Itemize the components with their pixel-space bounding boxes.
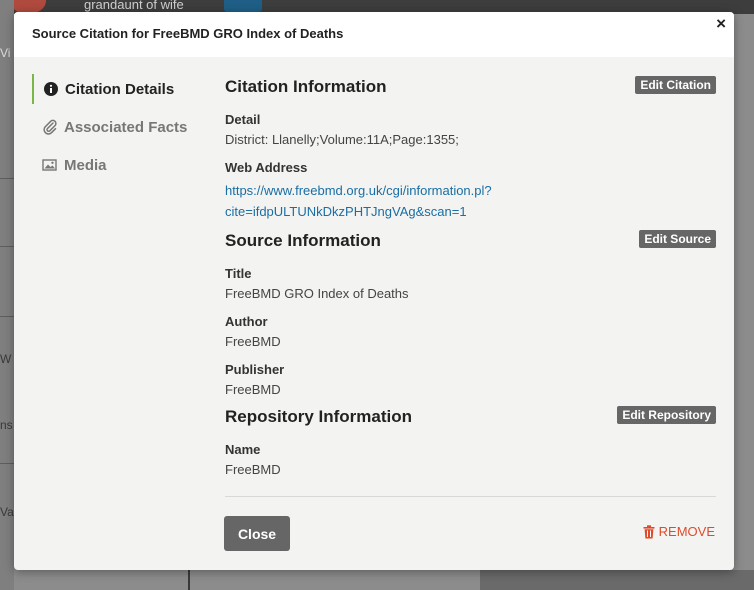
repository-information-section: Repository Information Edit Repository N… xyxy=(225,404,716,478)
nav-item-label: Associated Facts xyxy=(64,118,188,136)
trash-icon xyxy=(643,524,655,539)
footer-divider xyxy=(225,496,716,497)
web-address-field: Web Address https://www.freebmd.org.uk/c… xyxy=(225,160,716,222)
background-fragment: Vi xyxy=(0,46,11,60)
background-fragment: ns xyxy=(0,418,13,432)
edit-source-button[interactable]: Edit Source xyxy=(639,230,716,248)
web-address-link[interactable]: https://www.freebmd.org.uk/cgi/informati… xyxy=(225,180,716,222)
detail-field: Detail District: Llanelly;Volume:11A;Pag… xyxy=(225,112,716,148)
close-icon[interactable]: × xyxy=(716,14,726,34)
background-divider xyxy=(0,246,14,247)
background-divider xyxy=(0,463,14,464)
background-left-strip xyxy=(0,0,14,590)
field-label: Publisher xyxy=(225,362,285,377)
background-divider xyxy=(0,178,14,179)
nav-item-label: Media xyxy=(64,156,107,174)
link-line: cite=ifdpULTUNkDkzPHTJngVAg&scan=1 xyxy=(225,204,467,219)
nav-item-label: Citation Details xyxy=(65,80,175,98)
author-field: Author FreeBMD xyxy=(225,314,716,350)
background-panel xyxy=(480,570,754,590)
paperclip-icon xyxy=(42,119,58,135)
info-icon xyxy=(43,81,59,97)
background-fragment: W xyxy=(0,352,12,366)
field-value: FreeBMD GRO Index of Deaths xyxy=(225,286,409,301)
field-label: Name xyxy=(225,442,261,457)
nav-item-associated-facts[interactable]: Associated Facts xyxy=(32,112,202,142)
field-value: District: Llanelly;Volume:11A;Page:1355; xyxy=(225,132,459,147)
field-value: FreeBMD xyxy=(225,382,281,397)
source-information-section: Source Information Edit Source Title Fre… xyxy=(225,228,716,398)
photo-icon xyxy=(42,157,58,173)
link-line: https://www.freebmd.org.uk/cgi/informati… xyxy=(225,183,492,198)
modal-sidebar: Citation Details Associated Facts Media xyxy=(32,74,202,188)
citation-content: Citation Information Edit Citation Detai… xyxy=(225,74,716,478)
field-label: Author xyxy=(225,314,268,329)
close-button[interactable]: Close xyxy=(224,516,290,551)
field-value: FreeBMD xyxy=(225,462,281,477)
field-label: Title xyxy=(225,266,252,281)
nav-item-media[interactable]: Media xyxy=(32,150,202,180)
modal-title: Source Citation for FreeBMD GRO Index of… xyxy=(14,12,734,57)
edit-citation-button[interactable]: Edit Citation xyxy=(635,76,716,94)
edit-repository-button[interactable]: Edit Repository xyxy=(617,406,716,424)
background-tag-button xyxy=(224,0,262,12)
field-value: FreeBMD xyxy=(225,334,281,349)
background-line xyxy=(188,570,190,590)
remove-button[interactable]: REMOVE xyxy=(643,524,715,539)
background-divider xyxy=(0,316,14,317)
name-field: Name FreeBMD xyxy=(225,442,716,478)
title-field: Title FreeBMD GRO Index of Deaths xyxy=(225,266,716,302)
field-label: Web Address xyxy=(225,160,308,175)
field-label: Detail xyxy=(225,112,261,127)
citation-information-section: Citation Information Edit Citation Detai… xyxy=(225,74,716,222)
nav-item-citation-details[interactable]: Citation Details xyxy=(32,74,202,104)
source-citation-modal: Source Citation for FreeBMD GRO Index of… xyxy=(14,12,734,570)
background-header-text: grandaunt of wife xyxy=(84,0,184,12)
publisher-field: Publisher FreeBMD xyxy=(225,362,716,398)
remove-label: REMOVE xyxy=(658,524,715,539)
